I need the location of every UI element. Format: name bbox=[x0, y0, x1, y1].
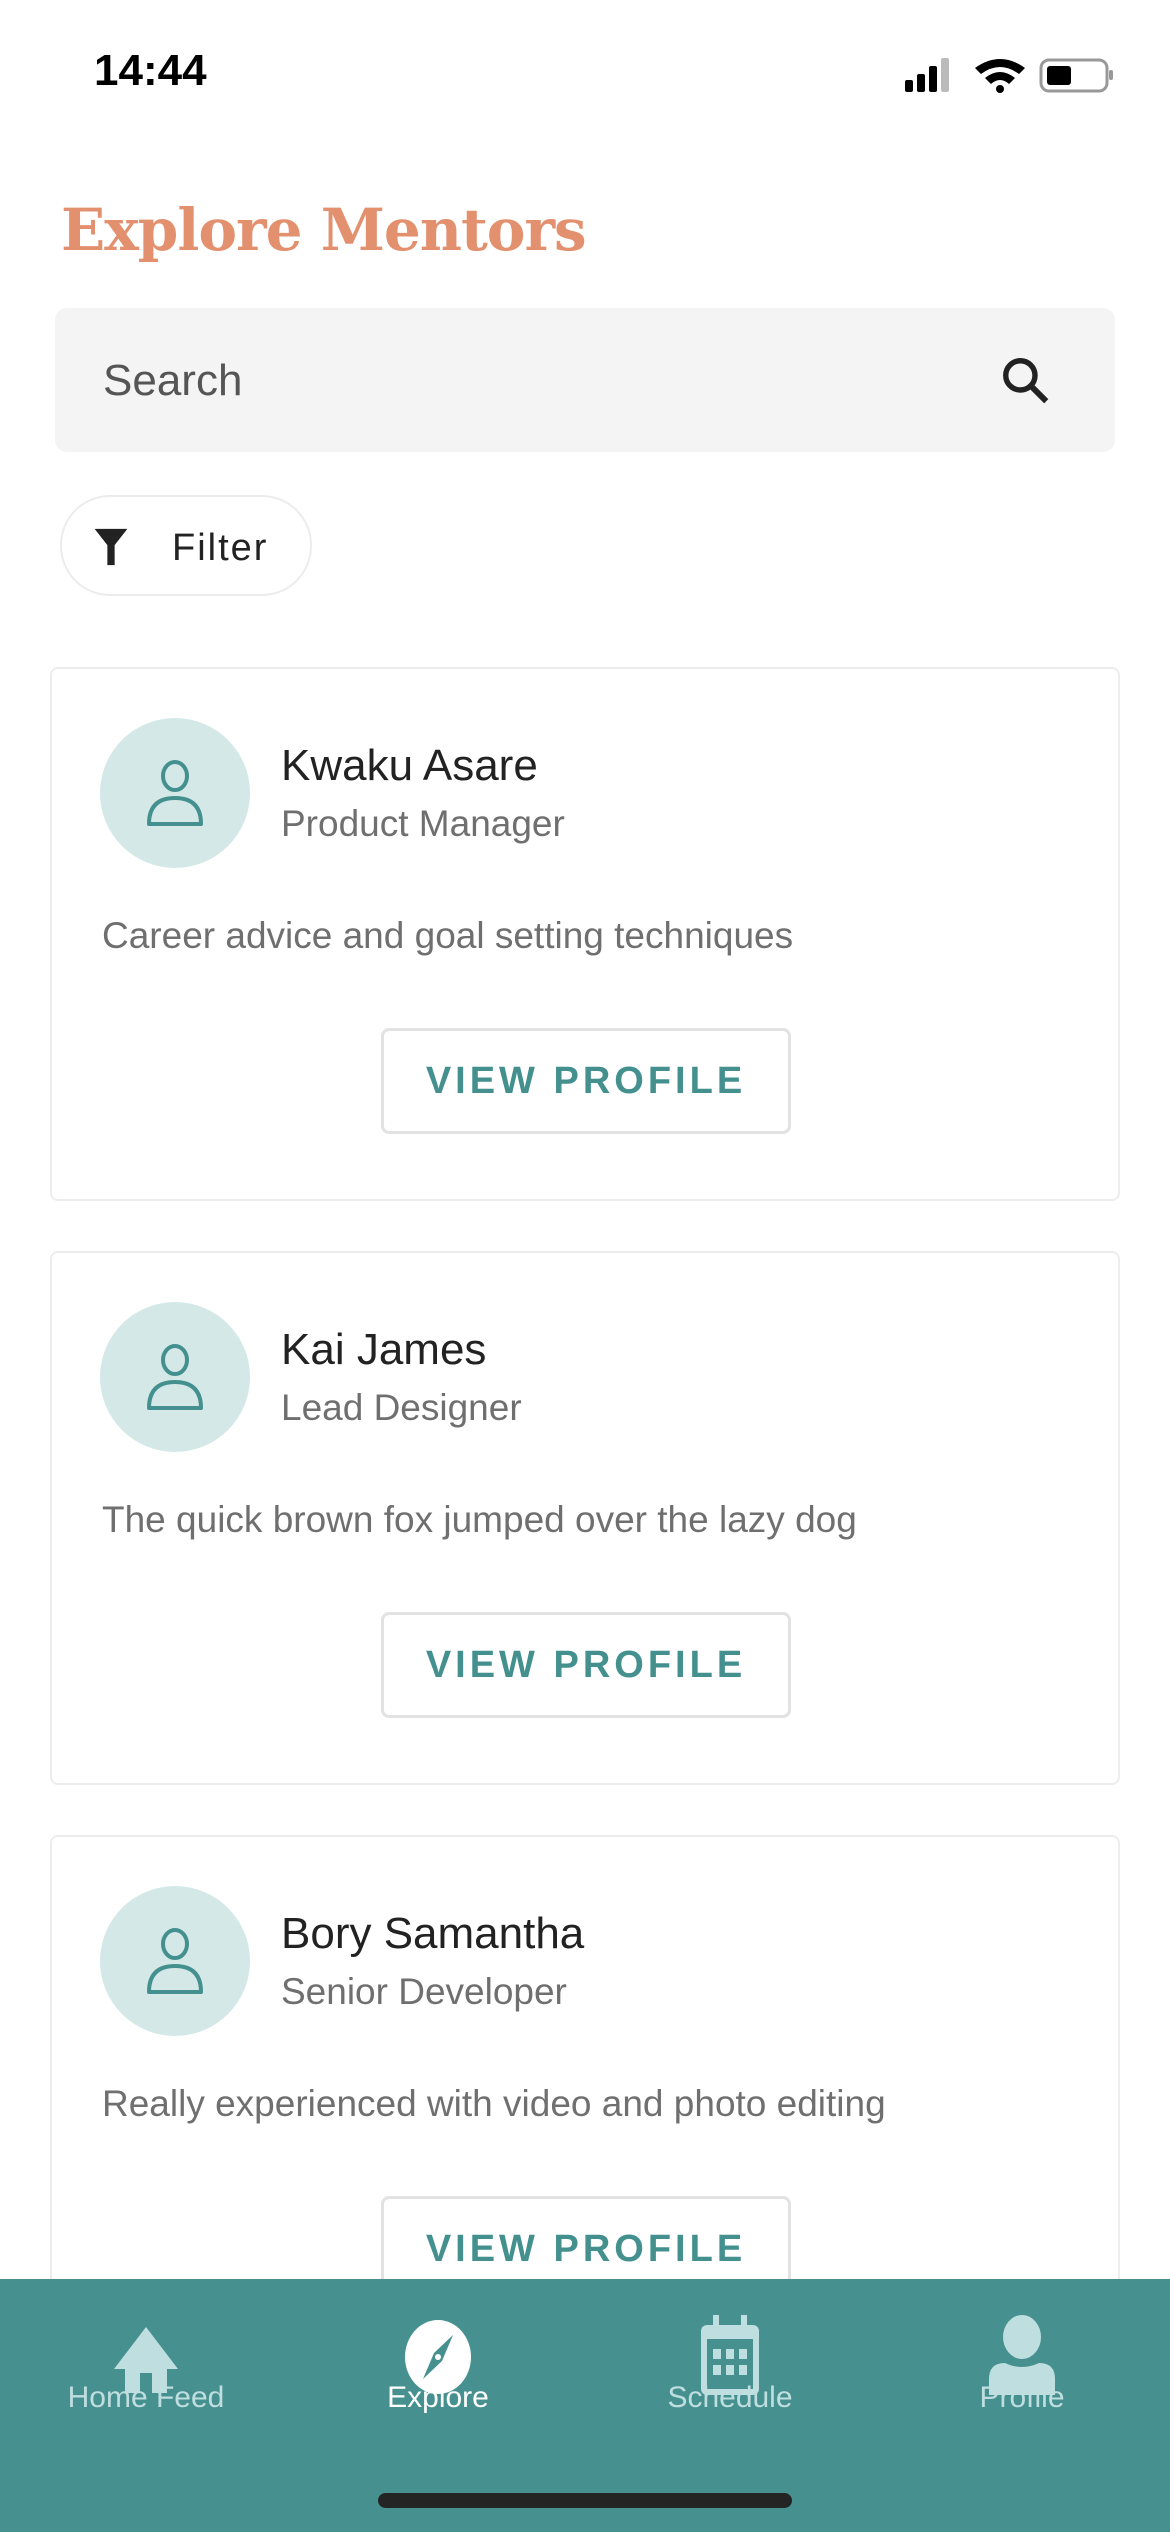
person-icon bbox=[147, 760, 203, 826]
page-title: Explore Mentors bbox=[61, 196, 587, 264]
avatar bbox=[100, 718, 250, 868]
tab-explore[interactable]: Explore bbox=[292, 2279, 584, 2429]
mentor-card: Kwaku Asare Product Manager Career advic… bbox=[50, 667, 1120, 1201]
signal-icon bbox=[905, 58, 949, 92]
tab-home-feed[interactable]: Home Feed bbox=[0, 2279, 292, 2429]
tab-label: Schedule bbox=[667, 2381, 793, 2414]
tab-label: Explore bbox=[387, 2381, 489, 2414]
mentor-role: Product Manager bbox=[281, 803, 565, 844]
tab-schedule[interactable]: Schedule bbox=[584, 2279, 876, 2429]
view-profile-button[interactable]: VIEW PROFILE bbox=[381, 1612, 791, 1718]
filter-icon bbox=[94, 528, 128, 566]
tab-label: Profile bbox=[979, 2381, 1065, 2414]
filter-button[interactable]: Filter bbox=[60, 495, 312, 596]
battery-icon bbox=[1039, 58, 1113, 93]
mentor-name: Kwaku Asare bbox=[281, 741, 538, 790]
mentor-name: Bory Samantha bbox=[281, 1909, 585, 1958]
view-profile-button[interactable]: VIEW PROFILE bbox=[381, 1028, 791, 1134]
mentor-role: Lead Designer bbox=[281, 1387, 522, 1428]
mentor-role: Senior Developer bbox=[281, 1971, 567, 2012]
mentor-description: The quick brown fox jumped over the lazy… bbox=[102, 1499, 857, 1540]
search-icon[interactable] bbox=[999, 354, 1053, 408]
person-icon bbox=[147, 1928, 203, 1994]
avatar bbox=[100, 1886, 250, 2036]
mentor-name: Kai James bbox=[281, 1325, 487, 1374]
search-placeholder: Search bbox=[103, 356, 243, 405]
mentor-description: Career advice and goal setting technique… bbox=[102, 915, 794, 956]
status-icons bbox=[905, 58, 1113, 93]
mentor-description: Really experienced with video and photo … bbox=[102, 2083, 886, 2124]
search-input[interactable]: Search bbox=[55, 308, 1115, 452]
tab-profile[interactable]: Profile bbox=[876, 2279, 1168, 2429]
person-icon bbox=[147, 1344, 203, 1410]
home-indicator bbox=[378, 2493, 792, 2508]
avatar bbox=[100, 1302, 250, 1452]
status-time: 14:44 bbox=[94, 46, 207, 95]
mentor-card: Kai James Lead Designer The quick brown … bbox=[50, 1251, 1120, 1785]
tab-label: Home Feed bbox=[67, 2381, 225, 2414]
filter-label: Filter bbox=[172, 527, 269, 569]
wifi-icon bbox=[975, 59, 1025, 93]
